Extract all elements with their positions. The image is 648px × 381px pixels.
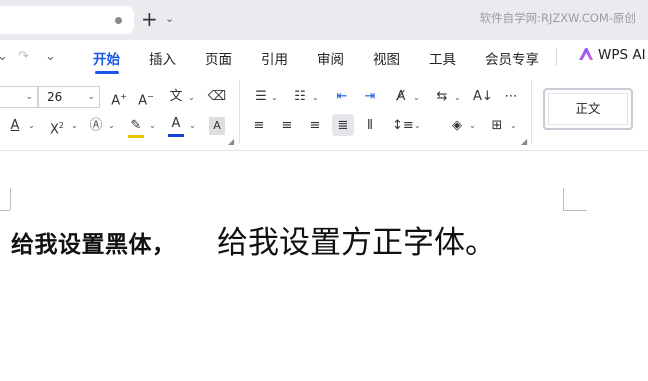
- menu-bar: ⌄ ↷ ⌄ 开始 插入 页面 引用 审阅 视图 工具 会员专享 WPS AI: [0, 40, 648, 74]
- document-page[interactable]: 给我设置黑体， 给我设置方正字体。: [0, 151, 648, 381]
- phonetic-guide-icon[interactable]: 文: [166, 88, 186, 106]
- redo-icon[interactable]: ↷: [18, 49, 29, 64]
- underline-icon[interactable]: A: [6, 117, 24, 135]
- wps-ai-logo-icon: [579, 48, 593, 60]
- superscript-icon[interactable]: X2: [48, 117, 66, 139]
- line-break-icon[interactable]: ⇆: [433, 88, 451, 106]
- align-left-icon[interactable]: ≡: [250, 117, 268, 135]
- text-heiti[interactable]: 给我设置黑体，: [11, 225, 176, 259]
- tab-tools[interactable]: 工具: [429, 48, 456, 68]
- highlight-color-bar: [128, 135, 144, 138]
- watermark-text: 软件自学网:RJZXW.COM-原创: [479, 11, 636, 25]
- font-shrink-icon[interactable]: A−: [136, 88, 156, 110]
- chevron-down-icon[interactable]: ⌄: [189, 121, 196, 130]
- font-grow-icon[interactable]: A+: [109, 88, 129, 110]
- paragraph-dialog-launcher-icon[interactable]: ◢: [521, 137, 527, 146]
- wps-ai-button[interactable]: WPS AI: [579, 47, 646, 63]
- chevron-down-icon[interactable]: ⌄: [71, 121, 78, 130]
- tab-home[interactable]: 开始: [93, 48, 120, 68]
- crop-mark-left-vertical: [0, 188, 11, 210]
- bullets-icon[interactable]: ☰: [252, 88, 270, 106]
- chevron-down-icon: ⌄: [87, 92, 95, 102]
- chevron-down-icon[interactable]: ⌄: [108, 121, 115, 130]
- text-fangzheng[interactable]: 给我设置方正字体。: [217, 217, 496, 262]
- shading-icon[interactable]: ◈: [448, 117, 466, 135]
- title-bar: + ⌄ 软件自学网:RJZXW.COM-原创: [0, 0, 648, 40]
- crop-mark-right-vertical: [563, 188, 564, 210]
- chevron-down-icon[interactable]: ⌄: [312, 93, 319, 102]
- chevron-down-icon[interactable]: ⌄: [271, 93, 278, 102]
- ribbon-separator: [239, 80, 240, 144]
- tab-insert[interactable]: 插入: [149, 48, 176, 68]
- document-tab[interactable]: [0, 6, 134, 34]
- highlight-icon[interactable]: ✎: [127, 117, 145, 135]
- font-size-dropdown[interactable]: 26 ⌄: [38, 86, 100, 108]
- quick-access-more-icon[interactable]: ⌄: [45, 49, 56, 64]
- line-spacing-icon[interactable]: ↕≡: [392, 117, 414, 135]
- distributed-icon[interactable]: ⦀: [361, 117, 379, 135]
- tab-member[interactable]: 会员专享: [485, 48, 539, 68]
- numbering-icon[interactable]: ☷: [291, 88, 309, 106]
- show-marks-icon[interactable]: ⋯: [501, 88, 521, 106]
- ribbon-separator: [531, 80, 532, 144]
- chevron-down-icon[interactable]: ⌄: [510, 121, 517, 130]
- unsaved-dot-icon: [115, 17, 122, 24]
- font-color-icon[interactable]: A: [167, 115, 185, 133]
- tab-review[interactable]: 审阅: [317, 48, 344, 68]
- text-direction-icon[interactable]: A̸: [392, 88, 410, 106]
- quick-access-chevron-icon[interactable]: ⌄: [0, 49, 8, 64]
- new-tab-button[interactable]: +: [141, 7, 158, 31]
- chevron-down-icon[interactable]: ⌄: [149, 121, 156, 130]
- font-name-dropdown[interactable]: ⌄: [0, 86, 38, 108]
- style-normal-button[interactable]: 正文: [543, 88, 633, 130]
- font-color-bar: [168, 134, 184, 137]
- sort-icon[interactable]: A↓: [473, 88, 493, 106]
- border-icon[interactable]: ⊞: [488, 117, 506, 135]
- increase-indent-icon[interactable]: ⇥: [361, 88, 379, 106]
- align-right-icon[interactable]: ≡: [306, 117, 324, 135]
- decrease-indent-icon[interactable]: ⇤: [333, 88, 351, 106]
- align-center-icon[interactable]: ≡: [278, 117, 296, 135]
- font-dialog-launcher-icon[interactable]: ◢: [228, 137, 234, 146]
- char-shading-icon[interactable]: A: [209, 117, 225, 135]
- tab-view[interactable]: 视图: [373, 48, 400, 68]
- crop-mark-left-horizontal: [0, 210, 10, 211]
- chevron-down-icon[interactable]: ⌄: [413, 93, 420, 102]
- chevron-down-icon[interactable]: ⌄: [469, 121, 476, 130]
- clear-format-icon[interactable]: ⌫: [207, 88, 227, 106]
- new-tab-chevron-icon[interactable]: ⌄: [165, 12, 174, 25]
- tab-references[interactable]: 引用: [261, 48, 288, 68]
- chevron-down-icon[interactable]: ⌄: [28, 121, 35, 130]
- tab-page[interactable]: 页面: [205, 48, 232, 68]
- chevron-down-icon[interactable]: ⌄: [414, 121, 421, 130]
- chevron-down-icon: ⌄: [25, 92, 33, 102]
- text-effect-icon[interactable]: Ⓐ: [87, 117, 105, 135]
- chevron-down-icon[interactable]: ⌄: [454, 93, 461, 102]
- chevron-down-icon[interactable]: ⌄: [188, 93, 195, 102]
- font-size-value: 26: [47, 90, 63, 104]
- crop-mark-right-horizontal: [563, 210, 587, 211]
- style-normal-label: 正文: [548, 93, 628, 125]
- wps-ai-label: WPS AI: [598, 47, 646, 63]
- justify-icon[interactable]: ≣: [334, 117, 352, 135]
- ribbon: ⌄ 26 ⌄ A+ A− 文 ⌄ ⌫ A ⌄ X2 ⌄ Ⓐ ⌄ ✎ ⌄ A ⌄ …: [0, 74, 648, 151]
- menu-separator: [556, 48, 557, 66]
